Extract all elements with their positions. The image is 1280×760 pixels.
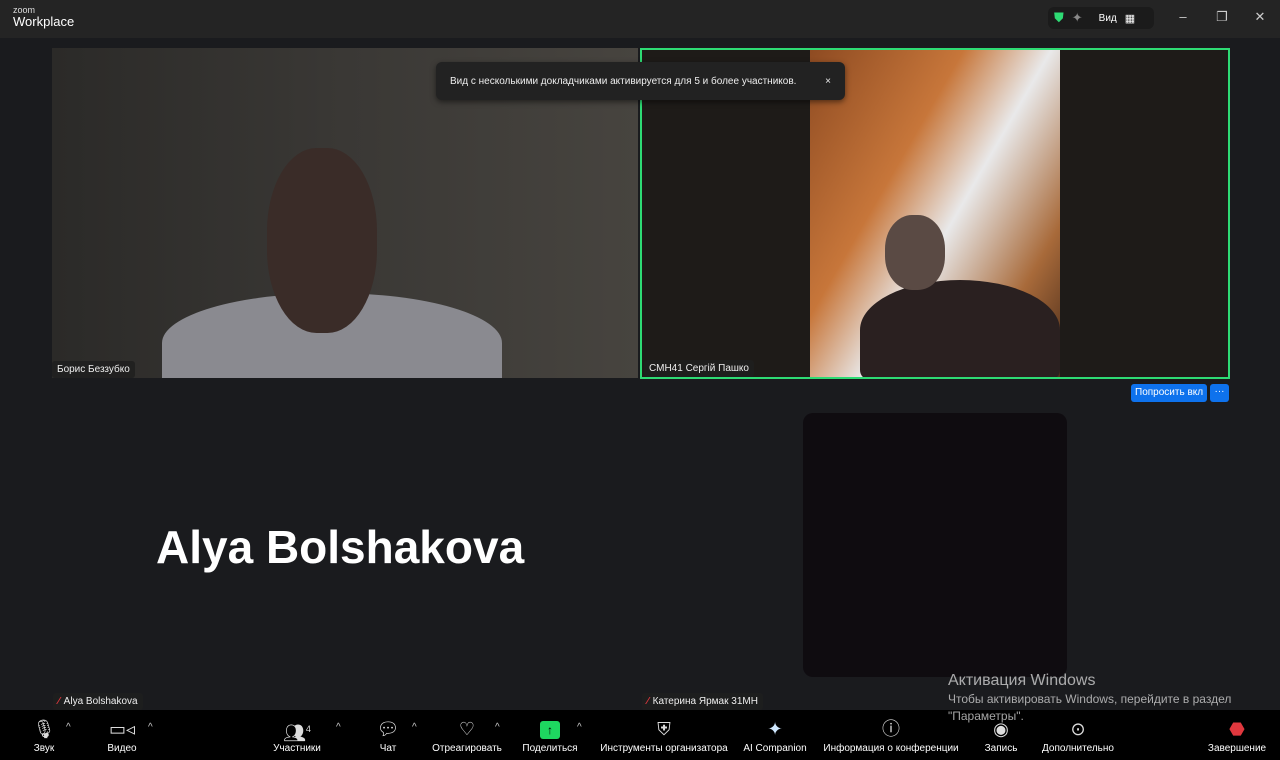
video-options-caret[interactable]: ^ <box>148 722 153 733</box>
meeting-info-button[interactable]: ⓘ Информация о конференции <box>819 710 963 760</box>
host-tools-label: Инструменты организатора <box>600 743 728 754</box>
name-tag: СМН41 Сергій Пашко <box>644 360 754 377</box>
shield-icon: ⛊ <box>1054 10 1064 25</box>
video-feed <box>810 50 1060 377</box>
ask-to-start-video-button[interactable]: Попросить вкл <box>1131 384 1208 402</box>
participants-label: Участники <box>273 743 321 754</box>
audio-button[interactable]: 🎙︎ Звук <box>30 710 58 760</box>
audio-label: Звук <box>33 743 55 754</box>
name-tag: ⁄ Катерина Ярмак 31МН <box>642 693 763 710</box>
participant-name: Борис Беззубко <box>57 364 130 375</box>
close-window-button[interactable]: ✕ <box>1250 9 1270 25</box>
host-tools-button[interactable]: ⛨ Инструменты организатора <box>597 710 731 760</box>
zoom-logo: zoom Workplace <box>13 6 75 29</box>
chat-button[interactable]: 💬︎ Чат <box>376 710 400 760</box>
restore-button[interactable]: ❐ <box>1212 9 1232 25</box>
participants-button[interactable]: 👥︎4 Участники <box>268 710 326 760</box>
share-label: Поделиться <box>522 743 578 754</box>
more-label: Дополнительно <box>1042 743 1114 754</box>
audio-options-caret[interactable]: ^ <box>66 722 71 733</box>
end-label: Завершение <box>1207 743 1267 754</box>
mic-muted-icon: ⁄ <box>58 696 60 707</box>
view-pill[interactable]: ⛊ ✦ Вид ▦ <box>1048 7 1154 29</box>
microphone-icon: 🎙︎ <box>32 719 56 739</box>
chat-icon: 💬︎ <box>376 719 400 739</box>
record-icon: ◉ <box>993 719 1009 739</box>
minimize-button[interactable]: – <box>1173 9 1193 24</box>
video-head <box>267 148 377 333</box>
shield-icon: ⛨ <box>657 719 671 739</box>
ai-companion-button[interactable]: ✦ AI Companion <box>742 710 808 760</box>
watermark-line1: Чтобы активировать Windows, перейдите в … <box>948 692 1232 706</box>
react-options-caret[interactable]: ^ <box>495 722 500 733</box>
video-tile-kateryna[interactable] <box>803 413 1067 677</box>
grid-icon: ▦ <box>1124 12 1136 25</box>
participants-icon: 👥︎4 <box>283 723 311 743</box>
video-label: Видео <box>107 743 137 754</box>
tile-more-button[interactable]: ··· <box>1210 384 1229 402</box>
react-button[interactable]: ♡ Отреагировать <box>430 710 504 760</box>
end-meeting-button[interactable]: ⬣ Завершение <box>1206 710 1268 760</box>
participants-options-caret[interactable]: ^ <box>336 722 341 733</box>
share-options-caret[interactable]: ^ <box>577 722 582 733</box>
meeting-toolbar: 🎙︎ Звук ^ ▭◃ Видео ^ 👥︎4 Участники ^ 💬︎ Чат … <box>0 710 1280 760</box>
name-tag: ⁄ Alya Bolshakova <box>53 693 143 710</box>
ai-companion-label: AI Companion <box>743 743 807 754</box>
sparkle-icon: ✦ <box>767 719 783 739</box>
more-icon: ⊙ <box>1070 719 1086 739</box>
close-icon[interactable]: × <box>825 76 831 87</box>
name-tag: Борис Беззубко <box>52 361 135 378</box>
participants-count: 4 <box>305 724 311 734</box>
video-head <box>885 215 945 290</box>
notification-toast: Вид с несколькими докладчиками активируе… <box>436 62 845 100</box>
meeting-info-label: Информация о конференции <box>823 743 959 754</box>
participant-name: СМН41 Сергій Пашко <box>649 363 749 374</box>
more-button[interactable]: ⊙ Дополнительно <box>1039 710 1117 760</box>
chat-label: Чат <box>379 743 397 754</box>
sparkle-icon: ✦ <box>1071 10 1083 25</box>
info-icon: ⓘ <box>882 719 900 739</box>
record-button[interactable]: ◉ Запись <box>982 710 1020 760</box>
toast-text: Вид с несколькими докладчиками активируе… <box>450 75 797 87</box>
react-label: Отреагировать <box>432 743 502 754</box>
mic-muted-icon: ⁄ <box>647 696 649 707</box>
share-icon: ↑ <box>540 721 560 739</box>
share-button[interactable]: ↑ Поделиться <box>520 710 580 760</box>
view-label[interactable]: Вид <box>1099 13 1117 24</box>
end-icon: ⬣ <box>1229 719 1245 739</box>
video-body <box>860 280 1060 377</box>
title-bar: zoom Workplace ⛊ ✦ Вид ▦ – ❐ ✕ <box>0 0 1280 38</box>
participant-name: Alya Bolshakova <box>63 696 138 707</box>
video-button[interactable]: ▭◃ Видео <box>104 710 140 760</box>
participant-name: Катерина Ярмак 31МН <box>652 696 758 707</box>
participant-name-placeholder: Alya Bolshakova <box>156 521 525 573</box>
record-label: Запись <box>984 743 1018 754</box>
heart-icon: ♡ <box>458 719 476 739</box>
chat-options-caret[interactable]: ^ <box>412 722 417 733</box>
camera-icon: ▭◃ <box>108 719 136 739</box>
logo-big: Workplace <box>13 14 75 29</box>
